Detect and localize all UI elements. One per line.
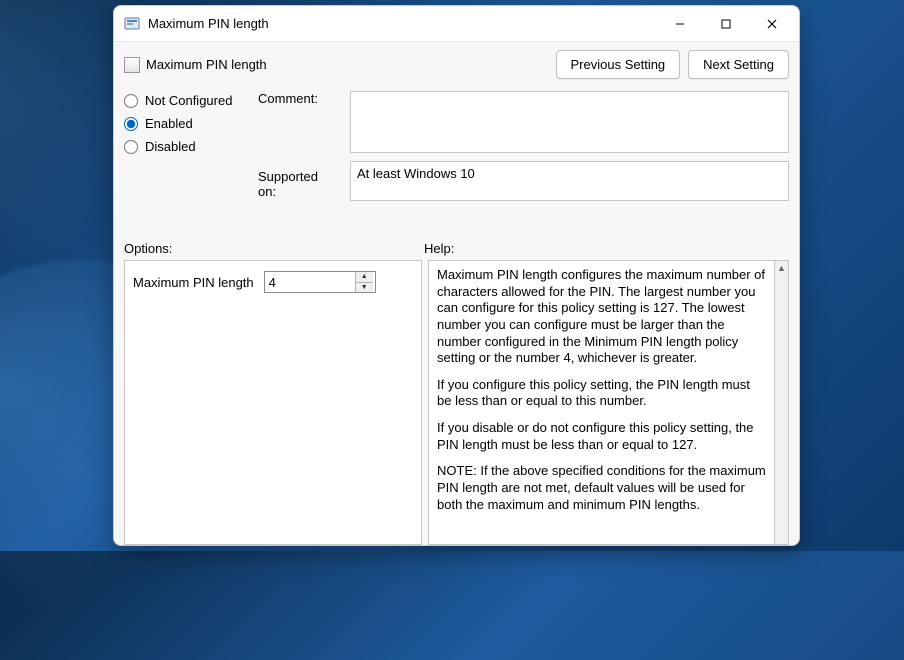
state-radio-group: Not Configured Enabled Disabled	[124, 91, 244, 233]
supported-on-label: Supported on:	[258, 169, 336, 233]
help-scrollbar[interactable]: ▲	[775, 260, 789, 545]
radio-enabled-label: Enabled	[145, 116, 193, 131]
radio-not-configured-input[interactable]	[124, 94, 138, 108]
window-controls	[657, 8, 795, 40]
help-paragraph: If you disable or do not configure this …	[437, 420, 766, 453]
next-setting-button[interactable]: Next Setting	[688, 50, 789, 79]
radio-disabled-label: Disabled	[145, 139, 196, 154]
radio-disabled-input[interactable]	[124, 140, 138, 154]
options-section-label: Options:	[124, 241, 414, 256]
minimize-button[interactable]	[657, 8, 703, 40]
maximize-button[interactable]	[703, 8, 749, 40]
help-panel: Maximum PIN length configures the maximu…	[428, 260, 775, 545]
header-row: Maximum PIN length Previous Setting Next…	[124, 50, 789, 79]
stepper-down-button[interactable]: ▼	[356, 283, 373, 293]
help-paragraph: Maximum PIN length configures the maximu…	[437, 267, 766, 367]
policy-editor-window: Maximum PIN length Maximum PIN length Pr…	[113, 5, 800, 546]
scroll-up-icon: ▲	[777, 261, 786, 273]
max-pin-length-input[interactable]	[265, 272, 355, 292]
help-paragraph: NOTE: If the above specified conditions …	[437, 463, 766, 513]
previous-setting-button[interactable]: Previous Setting	[556, 50, 681, 79]
policy-name: Maximum PIN length	[146, 57, 550, 72]
options-panel: Maximum PIN length ▲ ▼	[124, 260, 422, 545]
help-paragraph: If you configure this policy setting, th…	[437, 377, 766, 410]
radio-enabled-input[interactable]	[124, 117, 138, 131]
close-button[interactable]	[749, 8, 795, 40]
radio-disabled[interactable]: Disabled	[124, 139, 244, 154]
option-max-pin-length-label: Maximum PIN length	[133, 275, 254, 290]
radio-enabled[interactable]: Enabled	[124, 116, 244, 131]
titlebar: Maximum PIN length	[114, 6, 799, 42]
policy-icon	[124, 57, 140, 73]
supported-on-field	[350, 161, 789, 201]
stepper-up-button[interactable]: ▲	[356, 272, 373, 283]
help-section-label: Help:	[424, 241, 454, 256]
radio-not-configured-label: Not Configured	[145, 93, 232, 108]
comment-textarea[interactable]	[350, 91, 789, 153]
radio-not-configured[interactable]: Not Configured	[124, 93, 244, 108]
window-title: Maximum PIN length	[148, 16, 657, 31]
comment-label: Comment:	[258, 91, 336, 155]
max-pin-length-stepper[interactable]: ▲ ▼	[264, 271, 376, 293]
app-icon	[124, 16, 140, 32]
